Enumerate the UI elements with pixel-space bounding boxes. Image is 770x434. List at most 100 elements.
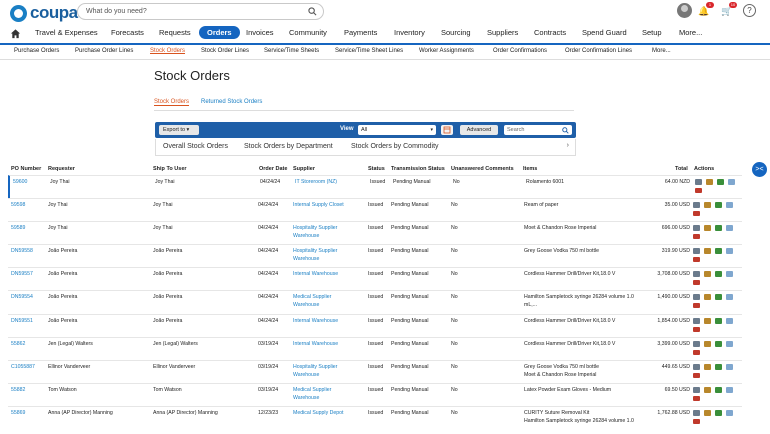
user-avatar[interactable] — [677, 3, 692, 18]
add-icon[interactable] — [726, 364, 733, 370]
supplier-link[interactable]: Medical Supply Depot — [293, 410, 343, 417]
nav-contracts[interactable]: Contracts — [534, 28, 566, 37]
flag-icon[interactable] — [693, 280, 700, 285]
add-icon[interactable] — [726, 248, 733, 254]
col-supplier[interactable]: Supplier — [293, 166, 315, 172]
print-icon[interactable] — [693, 294, 700, 300]
print-icon[interactable] — [693, 410, 700, 416]
add-icon[interactable] — [728, 179, 735, 185]
supplier-link[interactable]: Warehouse — [293, 395, 319, 402]
subnav-worker-assignments[interactable]: Worker Assignments — [419, 48, 474, 54]
flag-icon[interactable] — [693, 396, 700, 401]
subnav-more[interactable]: More... — [652, 48, 671, 54]
flag-icon[interactable] — [693, 419, 700, 424]
receive-icon[interactable] — [704, 248, 711, 254]
checkmark-icon[interactable] — [715, 318, 722, 324]
view-select[interactable]: All ▾ — [358, 125, 436, 135]
add-icon[interactable] — [726, 341, 733, 347]
subnav-service-time-sheet-lines[interactable]: Service/Time Sheet Lines — [335, 48, 403, 54]
col-order-date[interactable]: Order Date — [259, 166, 287, 172]
receive-icon[interactable] — [704, 318, 711, 324]
table-row[interactable]: DN59551 João Pereira João Pereira 04/24/24 I… — [8, 314, 742, 337]
supplier-link[interactable]: Hospitality Supplier — [293, 364, 337, 371]
subnav-order-confirmations[interactable]: Order Confirmations — [493, 48, 547, 54]
po-number-link[interactable]: DN59557 — [11, 271, 33, 278]
po-number-link[interactable]: 55869 — [11, 410, 25, 417]
receive-icon[interactable] — [704, 410, 711, 416]
supplier-link[interactable]: Hospitality Supplier — [293, 248, 337, 255]
supplier-link[interactable]: Warehouse — [293, 372, 319, 379]
checkmark-icon[interactable] — [715, 271, 722, 277]
supplier-link[interactable]: Hospitality Supplier — [293, 225, 337, 232]
flag-icon[interactable] — [693, 303, 700, 308]
supplier-link[interactable]: Internal Warehouse — [293, 318, 338, 325]
nav-sourcing[interactable]: Sourcing — [441, 28, 471, 37]
subnav-stock-orders[interactable]: Stock Orders — [150, 48, 185, 54]
subnav-order-confirmation-lines[interactable]: Order Confirmation Lines — [565, 48, 632, 54]
subnav-service-time-sheets[interactable]: Service/Time Sheets — [264, 48, 319, 54]
table-row[interactable]: 55882 Tom Watson Tom Watson 03/19/24 Medical… — [8, 383, 742, 406]
add-icon[interactable] — [726, 271, 733, 277]
po-number-link[interactable]: C1055887 — [11, 364, 35, 371]
flag-icon[interactable] — [693, 350, 700, 355]
table-row[interactable]: 55862 Jen (Legal) Walters Jen (Legal) Walt… — [8, 337, 742, 360]
print-icon[interactable] — [693, 341, 700, 347]
flag-icon[interactable] — [693, 257, 700, 262]
supplier-link[interactable]: Internal Warehouse — [293, 271, 338, 278]
advanced-search-button[interactable]: Advanced — [460, 125, 498, 135]
po-number-link[interactable]: DN59554 — [11, 294, 33, 301]
col-ship-to-user[interactable]: Ship To User — [153, 166, 187, 172]
col-unanswered-comments[interactable]: Unanswered Comments — [451, 166, 514, 172]
supplier-link[interactable]: Medical Supplier — [293, 387, 331, 394]
flag-icon[interactable] — [693, 327, 700, 332]
receive-icon[interactable] — [704, 202, 711, 208]
coupa-logo[interactable]: coupa — [10, 3, 78, 23]
print-icon[interactable] — [693, 387, 700, 393]
nav-invoices[interactable]: Invoices — [246, 28, 274, 37]
po-number-link[interactable]: 55862 — [11, 341, 25, 348]
print-icon[interactable] — [695, 179, 702, 185]
checkmark-icon[interactable] — [715, 364, 722, 370]
nav-requests[interactable]: Requests — [159, 28, 191, 37]
checkmark-icon[interactable] — [715, 225, 722, 231]
checkmark-icon[interactable] — [715, 294, 722, 300]
table-row[interactable]: 55869 Anna (AP Director) Manning Anna (AP … — [8, 406, 742, 434]
col-total[interactable]: Total — [675, 166, 688, 172]
flag-icon[interactable] — [693, 211, 700, 216]
table-row[interactable]: DN59558 João Pereira João Pereira 04/24/24 H… — [8, 244, 742, 267]
flag-icon[interactable] — [693, 373, 700, 378]
supplier-link[interactable]: IT Storeroom (NZ) — [295, 179, 337, 186]
col-transmission-status[interactable]: Transmission Status — [391, 166, 445, 172]
print-icon[interactable] — [693, 225, 700, 231]
nav-suppliers[interactable]: Suppliers — [487, 28, 518, 37]
nav-travel-expenses[interactable]: Travel & Expenses — [35, 28, 98, 37]
col-items[interactable]: Items — [523, 166, 537, 172]
po-number-link[interactable]: 59598 — [11, 202, 25, 209]
receive-icon[interactable] — [704, 225, 711, 231]
nav-spend-guard[interactable]: Spend Guard — [582, 28, 627, 37]
receive-icon[interactable] — [704, 364, 711, 370]
export-to-button[interactable]: Export to ▾ — [159, 125, 199, 135]
subnav-purchase-order-lines[interactable]: Purchase Order Lines — [75, 48, 133, 54]
supplier-link[interactable]: Warehouse — [293, 302, 319, 309]
flag-icon[interactable] — [693, 234, 700, 239]
po-number-link[interactable]: DN59551 — [11, 318, 33, 325]
calendar-filter-button[interactable] — [441, 125, 453, 135]
flag-icon[interactable] — [695, 188, 702, 193]
help-icon[interactable]: ? — [743, 4, 756, 17]
supplier-link[interactable]: Internal Supply Closet — [293, 202, 344, 209]
print-icon[interactable] — [693, 318, 700, 324]
print-icon[interactable] — [693, 271, 700, 277]
global-search-input[interactable]: What do you need? — [77, 3, 324, 20]
add-icon[interactable] — [726, 294, 733, 300]
add-icon[interactable] — [726, 387, 733, 393]
table-row[interactable]: C1055887 Ellinor Vanderveer Ellinor Vander… — [8, 360, 742, 383]
chevron-right-icon[interactable]: › — [567, 142, 569, 149]
col-po-number[interactable]: PO Number — [11, 166, 41, 172]
add-icon[interactable] — [726, 410, 733, 416]
table-row[interactable]: DN59554 João Pereira João Pereira 04/24/24 M… — [8, 290, 742, 314]
print-icon[interactable] — [693, 202, 700, 208]
receive-icon[interactable] — [704, 294, 711, 300]
receive-icon[interactable] — [704, 341, 711, 347]
nav-orders[interactable]: Orders — [199, 26, 240, 39]
